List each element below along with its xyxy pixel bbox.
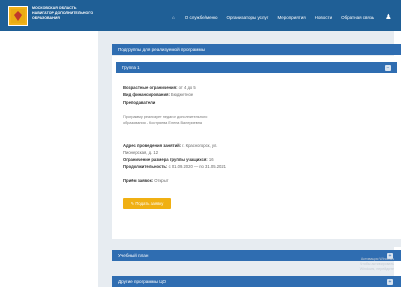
org-title[interactable]: МОСКОВСКАЯ ОБЛАСТЬ НАВИГАТОР ДОПОЛНИТЕЛЬ… <box>32 6 93 21</box>
other-programs-header[interactable]: Другие программы ЦО + <box>112 276 401 287</box>
enroll-status-field: Приём заявок: Открыт <box>123 178 169 183</box>
pencil-icon: ✎ <box>130 201 135 206</box>
left-sidebar <box>0 31 98 287</box>
duration-field: Продолжительность: с 01.09.2020 — по 31.… <box>123 164 226 169</box>
study-plan-title: Учебный план <box>118 253 149 258</box>
other-programs-title: Другие программы ЦО <box>118 279 167 284</box>
groups-panel-title: Подгруппы для реализуемой программы <box>118 47 205 52</box>
enroll-button[interactable]: ✎ Подать заявку <box>123 198 171 209</box>
group-size-label: Ограничение размера группы учащихся: <box>123 157 208 162</box>
region-emblem-icon[interactable] <box>8 6 28 26</box>
main-nav: ⌂ О службе/меню Организаторы услуг Мероп… <box>172 12 392 22</box>
teacher-description: Программу реализует педагог дополнительн… <box>123 115 207 126</box>
address-field: Адрес проведения занятий: г. Красногорск… <box>123 143 217 148</box>
teachers-field: Преподаватели <box>123 100 155 105</box>
nav-news[interactable]: Новости <box>315 15 332 20</box>
description-line2: образования - Костряева Елена Валериевна <box>123 120 203 125</box>
user-icon[interactable]: ♟ <box>385 13 391 21</box>
groups-panel-header[interactable]: Подгруппы для реализуемой программы <box>112 44 401 55</box>
top-navbar: МОСКОВСКАЯ ОБЛАСТЬ НАВИГАТОР ДОПОЛНИТЕЛЬ… <box>0 0 401 31</box>
group-header[interactable]: Группа 1 − <box>116 62 397 73</box>
age-value: от 4 до 5 <box>178 85 196 90</box>
expand-icon[interactable]: + <box>387 278 393 285</box>
teachers-label: Преподаватели <box>123 100 156 105</box>
watermark-line3: Windows, перейдите <box>359 267 394 271</box>
nav-about[interactable]: О службе/меню <box>185 15 218 20</box>
enroll-button-label: Подать заявку <box>135 201 164 206</box>
group-title: Группа 1 <box>122 65 140 70</box>
nav-feedback[interactable]: Обратная связь <box>341 15 374 20</box>
funding-field: Вид финансирования: Бюджетное <box>123 92 193 97</box>
spacer <box>112 239 401 247</box>
collapse-icon[interactable]: − <box>385 64 391 71</box>
funding-label: Вид финансирования: <box>123 92 170 97</box>
group-size-value: 16 <box>208 157 214 162</box>
duration-label: Продолжительность: <box>123 164 168 169</box>
enroll-status-label: Приём заявок: <box>123 178 154 183</box>
age-field: Возрастные ограничения: от 4 до 5 <box>123 85 196 90</box>
home-icon[interactable]: ⌂ <box>172 15 175 20</box>
funding-value: Бюджетное <box>171 92 194 97</box>
age-label: Возрастные ограничения: <box>123 85 178 90</box>
org-title-line3: ОБРАЗОВАНИЯ <box>32 16 60 20</box>
address-value: г. Красногорск, ул. <box>182 143 218 148</box>
enroll-status-value: Открыт <box>154 178 169 183</box>
address-line2-text: Пионерская, д. 12 <box>123 150 159 155</box>
address-line2: Пионерская, д. 12 <box>123 150 158 155</box>
address-label: Адрес проведения занятий: <box>123 143 182 148</box>
windows-activation-watermark: Активация Windows Чтобы активировать Win… <box>358 257 394 272</box>
duration-value: с 01.09.2020 — по 31.05.2021 <box>168 164 227 169</box>
nav-providers[interactable]: Организаторы услуг <box>226 15 268 20</box>
description-line1: Программу реализует педагог дополнительн… <box>123 115 208 119</box>
nav-events[interactable]: Мероприятия <box>277 15 305 20</box>
group-size-field: Ограничение размера группы учащихся: 16 <box>123 157 214 162</box>
